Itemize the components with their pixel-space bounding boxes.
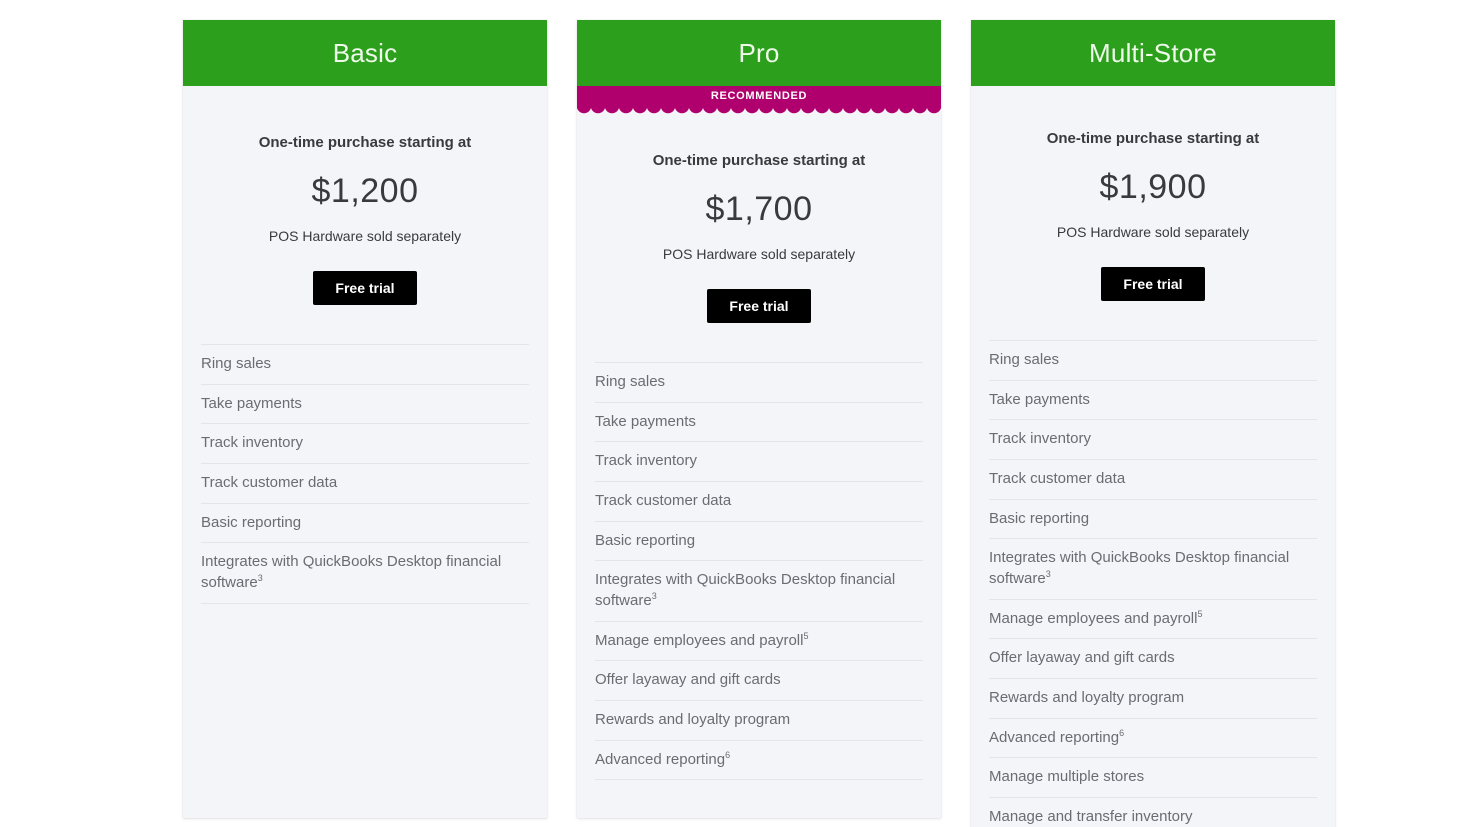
feature-item: Manage and transfer inventory [989,797,1317,827]
recommended-ribbon: RECOMMENDED [577,86,941,115]
plan-card: Basic One-time purchase starting at $1,200… [183,20,547,818]
feature-list: Ring sales Take payments Track inventory Tr… [595,361,923,781]
feature-label: Ring sales [595,372,666,390]
feature-footnote-marker: 3 [651,591,657,602]
feature-label: Basic reporting [201,513,302,531]
feature-footnote-marker: 3 [1045,569,1051,580]
feature-item: Advanced reporting6 [989,717,1317,758]
feature-item: Take payments [989,379,1317,420]
feature-item: Advanced reporting6 [595,739,923,780]
feature-item: Track customer data [201,462,529,503]
feature-item: Ring sales [595,361,923,402]
purchase-label: One-time purchase starting at [1046,130,1260,147]
feature-item: Track customer data [989,458,1317,499]
trial-button-wrap: Free trial [595,288,923,323]
feature-label: Track customer data [989,469,1126,487]
feature-label: Take payments [201,394,302,412]
feature-footnote-marker: 3 [257,573,263,584]
feature-item: Track inventory [595,441,923,481]
free-trial-button[interactable]: Free trial [313,270,417,305]
plan-card: Multi-Store One-time purchase starting at… [971,20,1335,827]
feature-item: Basic reporting [595,520,923,561]
plan-card: Pro RECOMMENDED One-time purchase starting… [577,20,941,818]
feature-item: Track customer data [595,480,923,521]
feature-item: Manage multiple stores [989,757,1317,797]
plan-price: $1,200 [311,172,419,210]
trial-button-wrap: Free trial [201,270,529,305]
feature-item: Rewards and loyalty program [989,678,1317,718]
feature-label: Offer layaway and gift cards [595,671,781,689]
plan-body: One-time purchase starting at $1,900 POS H… [971,86,1335,827]
feature-item: Offer layaway and gift cards [989,638,1317,678]
hardware-note: POS Hardware sold separately [268,228,462,244]
pricing-cards-row: Basic One-time purchase starting at $1,200… [183,20,1335,827]
feature-label: Track customer data [595,491,732,509]
feature-label: Integrates with QuickBooks Desktop finan… [989,549,1290,588]
plan-price: $1,900 [1099,168,1207,206]
feature-label: Track inventory [595,452,697,470]
feature-label: Advanced reporting [989,728,1120,746]
ribbon-zigzag-edge [577,107,941,115]
feature-footnote-marker: 5 [803,630,809,641]
feature-label: Ring sales [989,350,1060,368]
feature-label: Take payments [595,412,696,430]
plan-name: Basic [332,38,398,68]
feature-label: Offer layaway and gift cards [989,649,1175,667]
feature-label: Basic reporting [989,509,1090,527]
plan-name: Multi-Store [1089,38,1217,68]
feature-label: Integrates with QuickBooks Desktop finan… [201,553,502,592]
feature-item: Ring sales [201,343,529,384]
feature-item: Manage employees and payroll5 [989,598,1317,639]
feature-item: Basic reporting [201,502,529,543]
purchase-label: One-time purchase starting at [652,152,866,169]
feature-label: Rewards and loyalty program [595,711,791,729]
feature-item: Integrates with QuickBooks Desktop finan… [989,538,1317,598]
plan-header: Basic [183,20,547,86]
feature-label: Ring sales [201,354,272,372]
feature-label: Take payments [989,390,1090,408]
free-trial-button[interactable]: Free trial [707,288,811,323]
feature-item: Track inventory [989,419,1317,459]
feature-label: Track customer data [201,473,338,491]
plan-body: One-time purchase starting at $1,200 POS H… [183,86,547,604]
plan-name: Pro [738,38,780,68]
feature-item: Manage employees and payroll5 [595,620,923,661]
feature-item: Take payments [201,383,529,424]
feature-footnote-marker: 5 [1197,608,1203,619]
feature-label: Manage employees and payroll [989,609,1198,627]
feature-label: Manage employees and payroll [595,631,804,649]
feature-item: Ring sales [989,339,1317,380]
hardware-note: POS Hardware sold separately [1056,224,1250,240]
plan-header: Pro [577,20,941,86]
feature-label: Rewards and loyalty program [989,689,1185,707]
feature-label: Integrates with QuickBooks Desktop finan… [595,571,896,610]
trial-button-wrap: Free trial [989,266,1317,301]
free-trial-button[interactable]: Free trial [1101,266,1205,301]
feature-item: Integrates with QuickBooks Desktop finan… [201,542,529,602]
feature-label: Advanced reporting [595,750,726,768]
feature-label: Manage and transfer inventory [989,808,1193,826]
feature-label: Track inventory [201,434,303,452]
plan-header: Multi-Store [971,20,1335,86]
plan-price: $1,700 [705,190,813,228]
hardware-note: POS Hardware sold separately [662,246,856,262]
feature-label: Basic reporting [595,531,696,549]
feature-label: Track inventory [989,430,1091,448]
feature-item: Take payments [595,401,923,442]
feature-item: Integrates with QuickBooks Desktop finan… [595,560,923,620]
feature-item: Basic reporting [989,498,1317,539]
feature-item: Offer layaway and gift cards [595,660,923,700]
recommended-label: RECOMMENDED [710,89,808,102]
feature-item: Rewards and loyalty program [595,700,923,740]
feature-footnote-marker: 6 [1119,727,1125,738]
purchase-label: One-time purchase starting at [258,134,472,151]
feature-footnote-marker: 6 [725,749,731,760]
pricing-page: Basic One-time purchase starting at $1,200… [0,0,1471,827]
plan-body: One-time purchase starting at $1,700 POS H… [577,108,941,781]
feature-list: Ring sales Take payments Track inventory Tr… [201,343,529,604]
feature-item: Track inventory [201,423,529,463]
feature-label: Manage multiple stores [989,768,1145,786]
feature-list: Ring sales Take payments Track inventory Tr… [989,339,1317,827]
